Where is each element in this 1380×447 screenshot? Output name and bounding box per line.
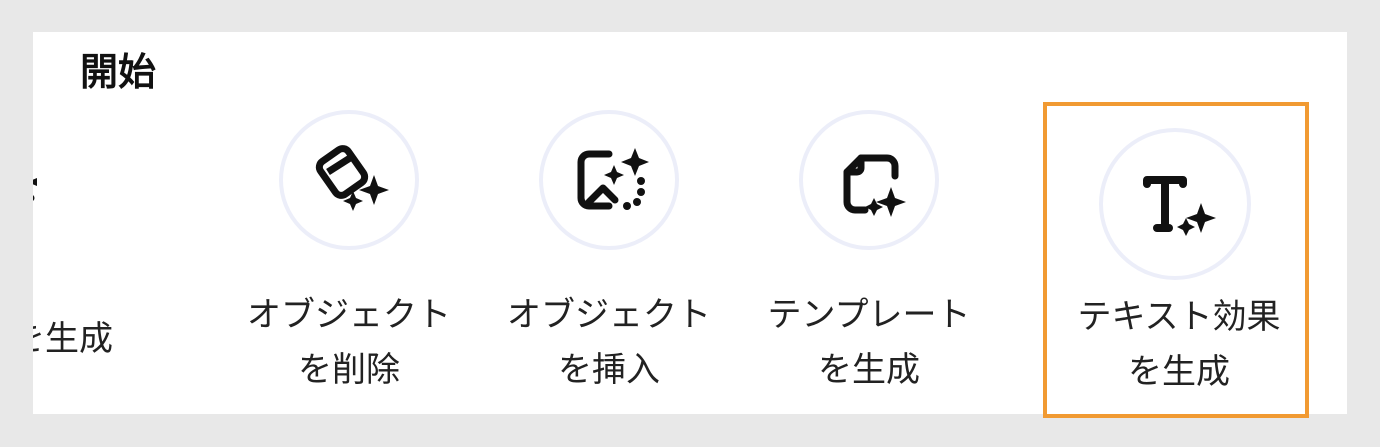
tile-generate-image[interactable]: 像を生成 — [33, 32, 153, 414]
image-sparkle-icon — [33, 178, 37, 201]
text-sparkle-icon — [1143, 176, 1216, 236]
tile-label: オブジェクト を削除 — [247, 295, 451, 390]
tile-label: テキスト効果 を生成 — [1077, 297, 1281, 392]
tile-icon-circle — [539, 110, 679, 250]
tile-icon-circle — [279, 110, 419, 250]
tile-generate-text-effect[interactable]: テキスト効果 を生成 — [1069, 32, 1289, 414]
tile-generate-template[interactable]: テンプレート を生成 — [759, 32, 979, 414]
tile-remove-object[interactable]: オブジェクト を削除 — [239, 32, 459, 414]
tile-label: オブジェクト を挿入 — [507, 295, 711, 390]
eraser-sparkle-icon — [315, 145, 389, 211]
tile-label: テンプレート を生成 — [767, 295, 971, 390]
start-panel: 開始 像を生成 — [33, 32, 1347, 414]
tile-icon-circle — [1099, 128, 1251, 280]
tile-label: 像を生成 — [33, 319, 113, 359]
template-sparkle-icon — [843, 154, 906, 217]
tile-icon-circle — [799, 110, 939, 250]
image-insert-sparkle-icon — [577, 148, 649, 210]
tile-insert-object[interactable]: オブジェクト を挿入 — [499, 32, 719, 414]
